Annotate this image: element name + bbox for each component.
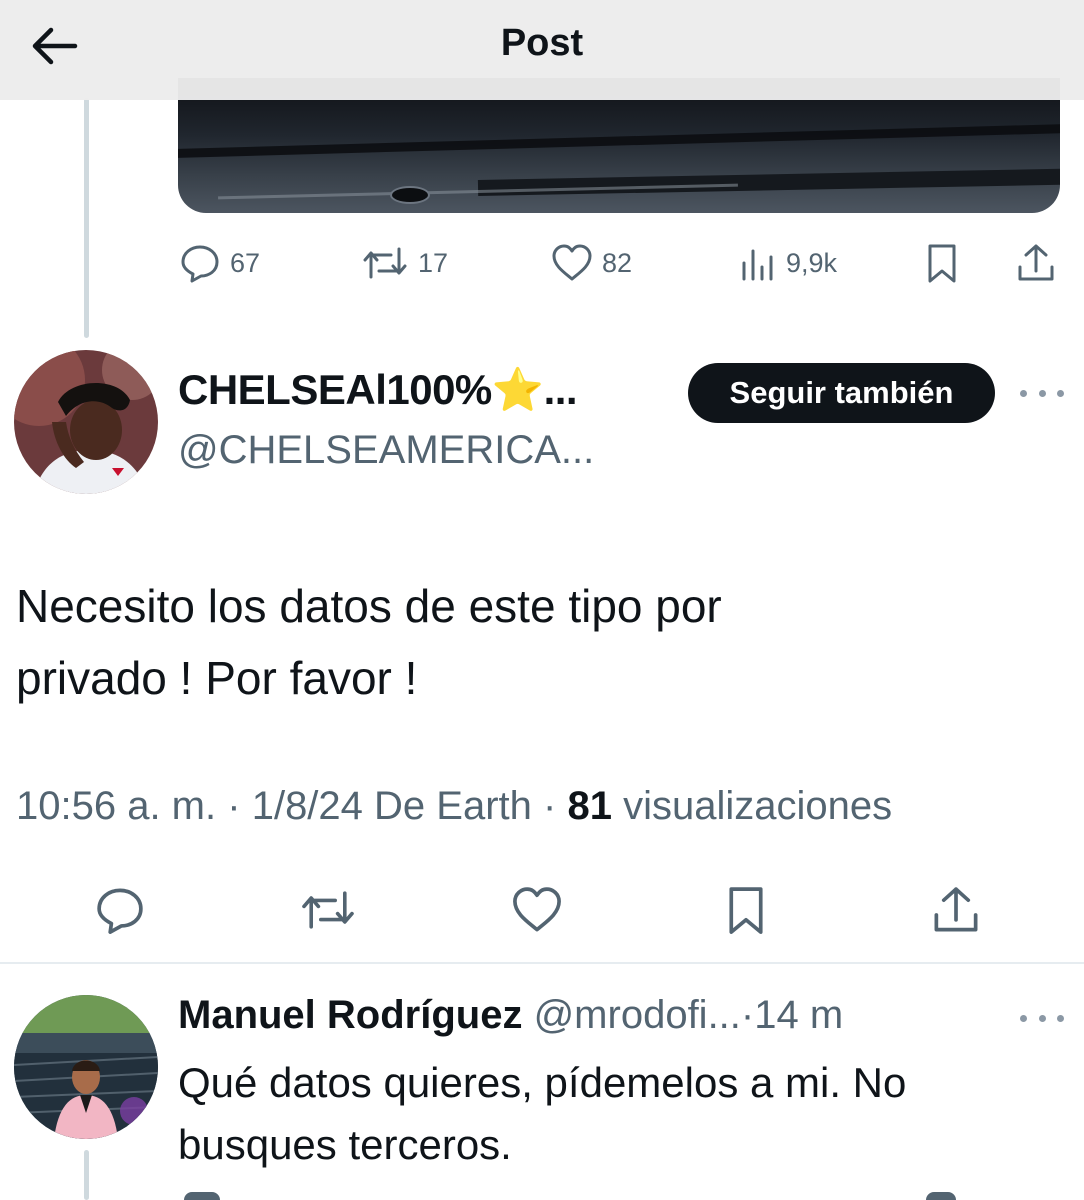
reply-header: Manuel Rodríguez @mrodofi...·14 m [178,993,843,1038]
reply-time[interactable]: 14 m [754,993,843,1037]
more-options-button[interactable] [1020,383,1064,403]
bookmark-icon [928,244,956,283]
reply-more-options-button[interactable] [1020,1008,1064,1028]
bookmark-button[interactable] [714,878,778,942]
bookmark-icon [729,887,763,934]
thread-line-top [84,98,89,338]
share-stat[interactable] [1014,238,1058,288]
reply-action-icon-partial [926,1192,956,1200]
bookmark-stat[interactable] [920,238,964,288]
views-label[interactable]: visualizaciones [623,784,892,828]
heart-icon [513,887,561,932]
post-date[interactable]: 1/8/24 [252,784,363,828]
meta-separator: · [227,784,241,828]
reply-author-name[interactable]: Manuel Rodríguez [178,993,522,1037]
repost-stat[interactable]: 17 [360,238,448,288]
previous-post-stats: 67 17 82 9,9k [0,238,1084,288]
dot [1038,1014,1046,1022]
meta-separator: · [543,784,557,828]
heart-icon [552,244,592,281]
post-text-line: privado ! Por favor ! [16,652,418,704]
like-button[interactable] [505,878,569,942]
reply-stat[interactable]: 67 [178,238,260,288]
follow-button[interactable]: Seguir también [688,363,995,423]
views-number[interactable]: 81 [567,784,612,828]
meta-separator: · [740,993,755,1037]
page-title: Post [500,22,584,64]
thread-line-reply [84,1150,89,1200]
reply-icon [181,245,219,283]
post-source: De Earth [374,784,532,828]
top-bar: Post [0,0,1084,100]
divider [0,962,1084,964]
share-button[interactable] [924,878,988,942]
dot [1020,389,1027,397]
reply-text-line: busques terceros. [178,1121,512,1168]
reply-avatar[interactable] [14,995,158,1139]
repost-count: 17 [418,247,449,278]
repost-icon [302,891,354,929]
dot [1057,389,1064,397]
reply-text: Qué datos quieres, pídemelos a mi. No bu… [178,1052,1058,1176]
dot [1020,1014,1027,1022]
author-name[interactable]: CHELSEAl100%⭐... [178,366,578,415]
reply-action-icon-partial [184,1192,220,1200]
reply-count: 67 [230,247,261,278]
views-icon [742,249,773,281]
like-stat[interactable]: 82 [550,238,632,288]
repost-button[interactable] [296,878,360,942]
post-actions [0,878,1084,942]
like-count: 82 [602,247,633,278]
repost-icon [363,247,407,279]
views-stat[interactable]: 9,9k [738,238,837,288]
dot [1057,1014,1064,1022]
reply-icon [97,888,143,934]
reply-button[interactable] [88,878,152,942]
reply-author-handle[interactable]: @mrodofi... [534,993,741,1037]
dot [1038,389,1046,397]
author-handle[interactable]: @CHELSEAMERICA... [178,428,594,473]
share-icon [1018,244,1054,281]
post-meta: 10:56 a. m. · 1/8/24 De Earth · 81 visua… [16,784,892,829]
reply-text-line: Qué datos quieres, pídemelos a mi. No [178,1059,907,1106]
post-text-line: Necesito los datos de este tipo por [16,580,722,632]
post-text: Necesito los datos de este tipo por priv… [16,570,1016,714]
views-count: 9,9k [786,247,838,278]
share-icon [934,887,978,932]
author-avatar[interactable] [14,350,158,494]
post-time[interactable]: 10:56 a. m. [16,784,216,828]
